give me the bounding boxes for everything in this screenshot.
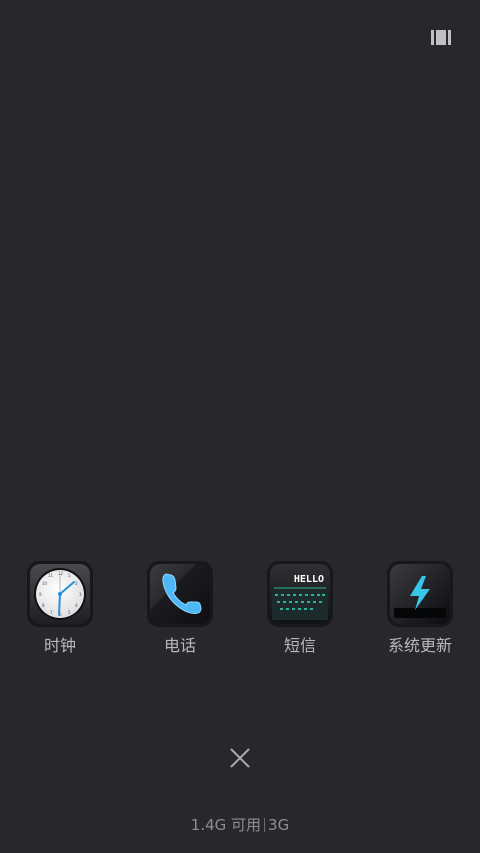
- clock-icon: 12 3 6 9 1 2 4 5 7 8 10 11: [27, 561, 93, 627]
- recent-app-system-update[interactable]: 系统更新: [360, 560, 480, 660]
- system-update-icon: [387, 561, 453, 627]
- recent-app-label: 短信: [283, 636, 316, 655]
- view-toggle-button[interactable]: [431, 30, 451, 45]
- messages-icon: HELLO: [267, 561, 333, 627]
- close-icon: [230, 748, 250, 768]
- clear-all-button[interactable]: [226, 744, 254, 772]
- memory-divider: [264, 818, 266, 832]
- recents-screen: 12 3 6 9 1 2 4 5 7 8 10 11 时钟 电话 HELLO 短…: [0, 0, 480, 853]
- phone-icon: [147, 561, 213, 627]
- recent-app-clock[interactable]: 12 3 6 9 1 2 4 5 7 8 10 11 时钟: [0, 560, 120, 660]
- messages-icon-text: HELLO: [294, 574, 324, 585]
- recent-app-phone[interactable]: 电话: [120, 560, 240, 660]
- svg-text:11: 11: [48, 573, 54, 578]
- grid-view-icon: [431, 30, 451, 45]
- recent-app-label: 系统更新: [387, 636, 452, 655]
- svg-text:10: 10: [42, 581, 48, 586]
- memory-total: 3G: [268, 816, 290, 834]
- recent-app-messages[interactable]: HELLO 短信: [240, 560, 360, 660]
- memory-available: 1.4G 可用: [190, 816, 262, 834]
- recent-app-label: 电话: [163, 636, 196, 655]
- recent-apps-row: 12 3 6 9 1 2 4 5 7 8 10 11 时钟 电话 HELLO 短…: [0, 560, 480, 660]
- memory-status: 1.4G 可用 3G: [0, 815, 480, 835]
- svg-text:12: 12: [58, 571, 64, 576]
- recent-app-label: 时钟: [43, 636, 76, 655]
